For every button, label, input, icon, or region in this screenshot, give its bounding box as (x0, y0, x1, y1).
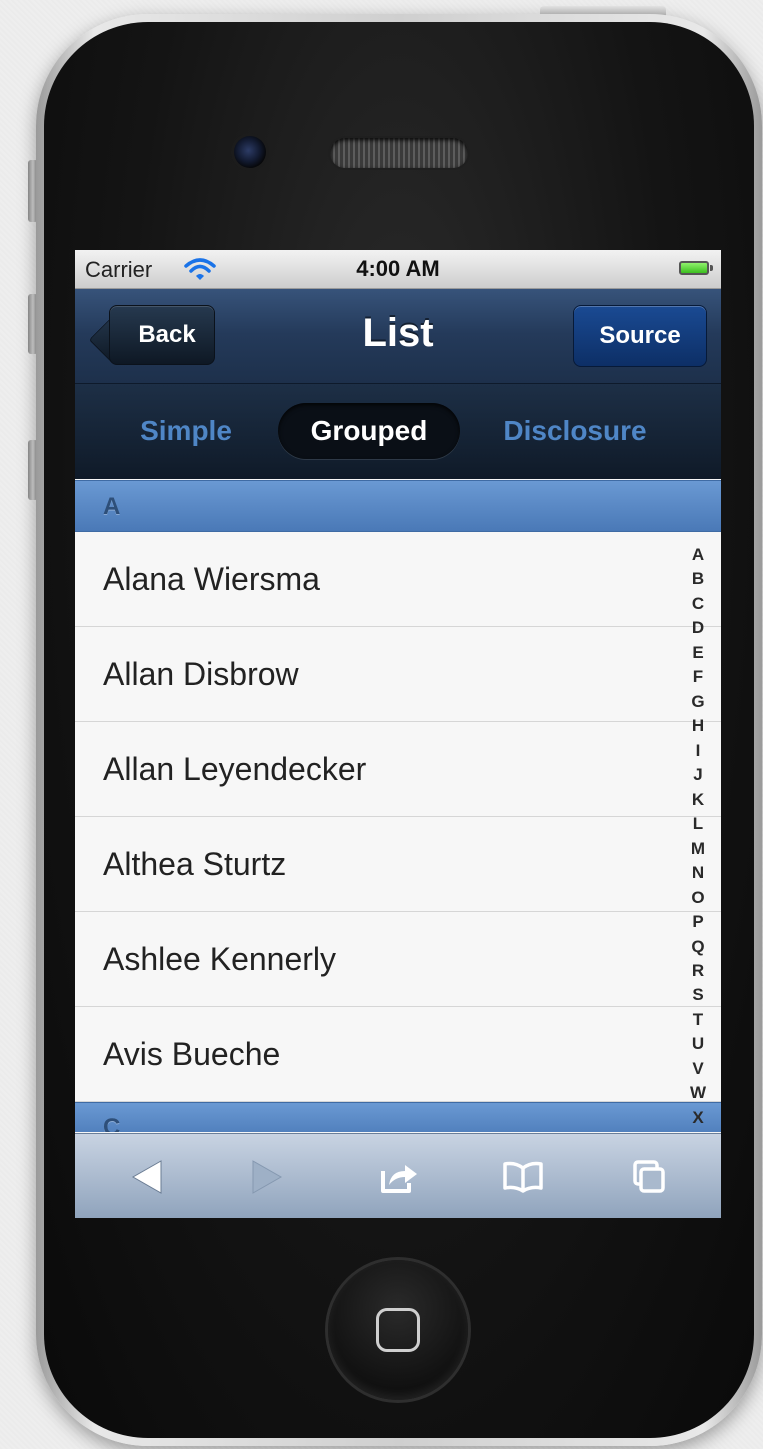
list-item[interactable]: Alana Wiersma (75, 532, 721, 627)
index-letter[interactable]: S (692, 986, 703, 1003)
index-letter[interactable]: M (691, 840, 705, 857)
back-button[interactable]: Back (109, 305, 215, 365)
index-letter[interactable]: J (693, 766, 702, 783)
home-square-icon (376, 1308, 420, 1352)
index-letter[interactable]: B (692, 570, 704, 587)
index-letter[interactable]: L (693, 815, 703, 832)
contact-list: A Alana Wiersma Allan Disbrow Allan Leye… (75, 480, 721, 1132)
index-letter[interactable]: N (692, 864, 704, 881)
index-letter[interactable]: R (692, 962, 704, 979)
list-item[interactable]: Ashlee Kennerly (75, 912, 721, 1007)
list-item[interactable]: Althea Sturtz (75, 817, 721, 912)
segment-grouped[interactable]: Grouped (278, 403, 460, 459)
status-bar: Carrier 4:00 AM (75, 250, 721, 289)
back-arrow-icon[interactable] (123, 1154, 169, 1200)
index-letter[interactable]: P (692, 913, 703, 930)
bookmarks-icon[interactable] (500, 1154, 546, 1200)
home-button[interactable] (328, 1260, 468, 1400)
list-item[interactable]: Allan Leyendecker (75, 722, 721, 817)
source-button-label: Source (599, 322, 681, 349)
index-letter[interactable]: U (692, 1035, 704, 1052)
index-letter[interactable]: I (696, 742, 701, 759)
forward-arrow-icon[interactable] (245, 1154, 291, 1200)
source-button[interactable]: Source (573, 305, 707, 367)
back-button-label: Back (138, 321, 196, 348)
index-letter[interactable]: Q (691, 938, 704, 955)
tabs-icon[interactable] (626, 1154, 672, 1200)
index-letter[interactable]: T (693, 1011, 703, 1028)
back-button-wrapper: Back (75, 289, 275, 383)
navigation-bar: Back List Source (75, 289, 721, 384)
index-letter[interactable]: H (692, 717, 704, 734)
section-header-a: A (75, 480, 721, 532)
index-letter[interactable]: E (692, 644, 703, 661)
earpiece-speaker (330, 138, 468, 168)
index-letter[interactable]: W (690, 1084, 706, 1101)
index-letter[interactable]: X (692, 1109, 703, 1126)
index-letter[interactable]: G (691, 693, 704, 710)
share-icon[interactable] (376, 1154, 422, 1200)
segment-disclosure[interactable]: Disclosure (489, 403, 661, 459)
segmented-control: Simple Grouped Disclosure (75, 384, 721, 479)
list-item[interactable]: Avis Bueche (75, 1007, 721, 1102)
index-letter[interactable]: D (692, 619, 704, 636)
index-letter[interactable]: K (692, 791, 704, 808)
list-item[interactable]: Allan Disbrow (75, 627, 721, 722)
browser-toolbar (75, 1133, 721, 1218)
battery-icon (679, 261, 713, 275)
section-header-c: C (75, 1102, 721, 1132)
section-index-bar[interactable]: ABCDEFGHIJKLMNOPQRSTUVWX (675, 546, 721, 1126)
index-letter[interactable]: F (693, 668, 703, 685)
index-letter[interactable]: C (692, 595, 704, 612)
index-letter[interactable]: A (692, 546, 704, 563)
index-letter[interactable]: O (691, 889, 704, 906)
segment-simple[interactable]: Simple (127, 403, 245, 459)
status-time: 4:00 AM (356, 256, 440, 281)
device-screen: Carrier 4:00 AM Back List Source Simple … (75, 250, 721, 1218)
index-letter[interactable]: V (692, 1060, 703, 1077)
front-camera (234, 136, 266, 168)
